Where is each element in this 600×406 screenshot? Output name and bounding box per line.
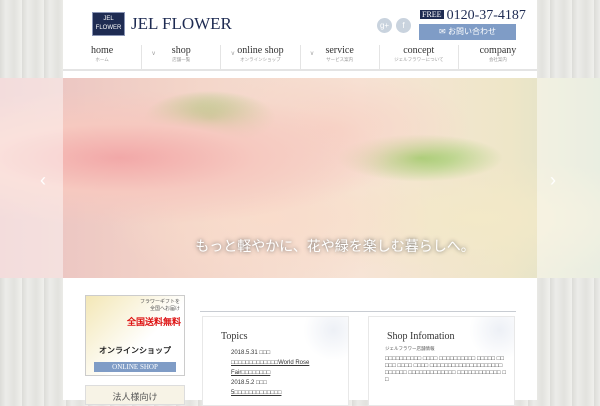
- nav-online-shop[interactable]: v online shop オンラインショップ: [221, 45, 301, 69]
- banner-promo: 全国送料無料: [126, 317, 181, 327]
- chevron-down-icon: v: [310, 51, 314, 57]
- topic-date: 2018.5.31 □□□: [231, 350, 271, 356]
- nav-sublabel: ホーム: [95, 57, 109, 62]
- facebook-icon[interactable]: f: [396, 18, 411, 33]
- nav-label: company: [479, 45, 517, 56]
- phone-number: FREE 0120-37-4187: [420, 8, 526, 24]
- topics-title: Topics: [221, 331, 248, 342]
- free-dial-icon: FREE: [420, 10, 444, 19]
- slider-prev-arrow[interactable]: ‹: [40, 170, 46, 191]
- shop-info-text: □□□□□□□□□□ □□□□ □□□□□□□□□□ □□□□□ □□ □□□ …: [385, 356, 506, 383]
- nav-sublabel: オンラインショップ: [240, 57, 281, 62]
- nav-home[interactable]: home ホーム: [63, 45, 143, 69]
- online-shop-banner[interactable]: フラワーギフトを 全国へお届け 全国送料無料 オンラインショップ ONLINE S…: [85, 295, 185, 376]
- nav-company[interactable]: company 会社案内: [459, 45, 537, 69]
- banner-button: ONLINE SHOP: [94, 362, 176, 372]
- topics-panel: Topics 2018.5.31 □□□ □□□□□□□□□□□□□World …: [202, 316, 349, 406]
- nav-sublabel: 店舗一覧: [172, 57, 191, 62]
- nav-shop[interactable]: v shop 店舗一覧: [142, 45, 222, 69]
- logo[interactable]: JEL FLOWER: [92, 12, 125, 36]
- topic-date: 2018.5.2 □□□: [231, 380, 267, 386]
- nav-sublabel: ジェルフラワーについて: [394, 57, 444, 62]
- phone-text: 0120-37-4187: [446, 8, 526, 23]
- nav-label: home: [90, 45, 114, 56]
- chevron-down-icon: v: [152, 51, 156, 57]
- chevron-down-icon: v: [231, 51, 235, 57]
- contact-button[interactable]: ✉ お問い合わせ: [419, 24, 516, 40]
- topic-link[interactable]: □□□□□□□□□□□□□World Rose Fair□□□□□□□□: [231, 358, 348, 378]
- nav-sublabel: 会社案内: [488, 57, 507, 62]
- divider: [200, 311, 516, 312]
- shop-info-subtitle: ジェルフラワー店舗情報: [385, 346, 435, 351]
- nav-concept[interactable]: concept ジェルフラワーについて: [380, 45, 459, 69]
- logo-text: JEL FLOWER: [95, 16, 122, 31]
- brand-name[interactable]: JEL FLOWER: [131, 14, 232, 34]
- corporate-banner[interactable]: 法人様向け: [85, 385, 185, 405]
- main-nav: home ホーム v shop 店舗一覧 v online shop オンラインショップ …: [63, 45, 537, 71]
- prev-slide-preview: [0, 78, 63, 278]
- nav-service[interactable]: v service サービス案内: [301, 45, 380, 69]
- hero-caption: もっと軽やかに、花や緑を楽しむ暮らしへ。: [195, 238, 475, 254]
- google-plus-icon[interactable]: g+: [377, 18, 392, 33]
- slider-next-arrow[interactable]: ›: [550, 170, 556, 191]
- topic-link[interactable]: 5□□□□□□□□□□□□□: [231, 388, 348, 398]
- next-slide-preview: [537, 78, 600, 278]
- shop-info-panel: Shop Infomation ジェルフラワー店舗情報 □□□□□□□□□□ □…: [368, 316, 515, 406]
- banner-tagline: フラワーギフトを 全国へお届け: [139, 299, 180, 312]
- shop-info-title: Shop Infomation: [387, 331, 455, 342]
- nav-label: concept: [403, 45, 435, 56]
- nav-sublabel: サービス案内: [326, 57, 354, 62]
- banner-title: オンラインショップ: [99, 346, 171, 355]
